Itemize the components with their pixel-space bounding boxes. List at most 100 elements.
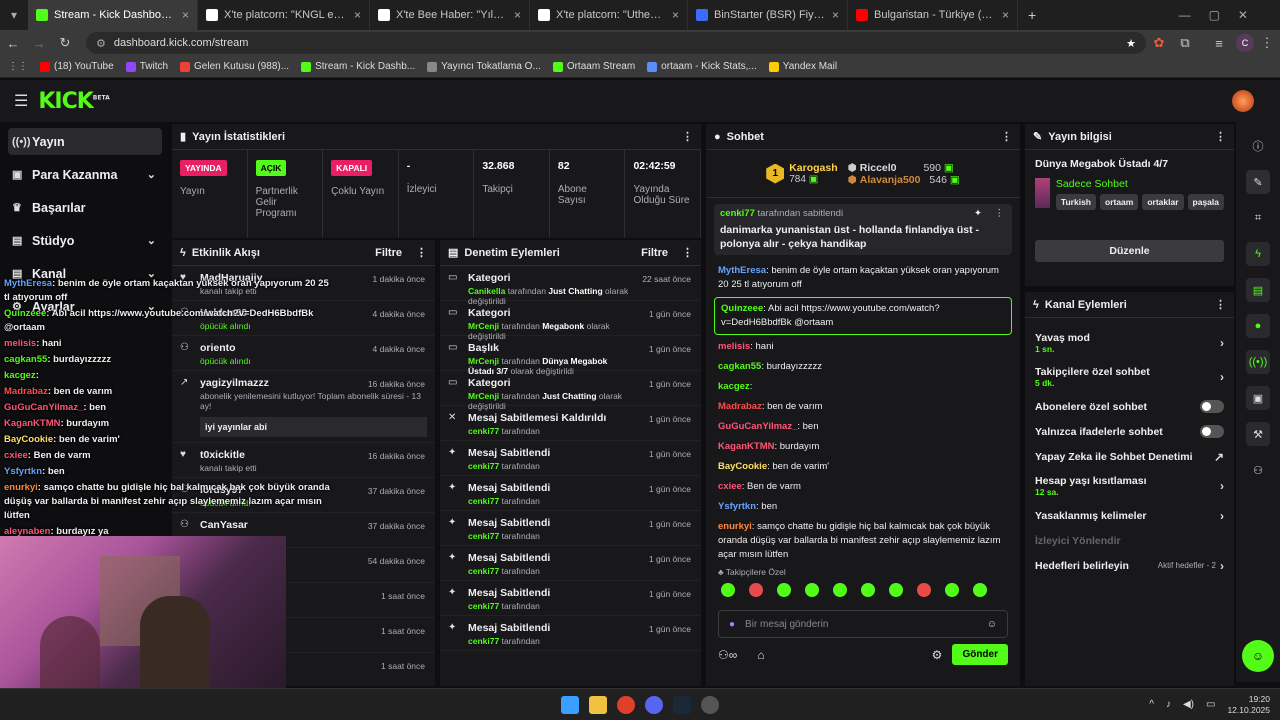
bookmark-item[interactable]: Twitch bbox=[125, 61, 168, 72]
chat-username[interactable]: GuGuCanYilmaz_ bbox=[718, 421, 797, 432]
discord-icon[interactable] bbox=[645, 695, 663, 714]
emote-icon[interactable] bbox=[805, 583, 819, 597]
chat-username[interactable]: enurkyi bbox=[718, 521, 752, 532]
close-tab-icon[interactable]: × bbox=[182, 8, 189, 22]
moderation-filter-button[interactable]: Filtre bbox=[641, 247, 668, 259]
moderator-name[interactable]: cenki77 bbox=[468, 601, 499, 611]
edit-icon[interactable]: ✎ bbox=[1246, 170, 1270, 194]
mic-icon[interactable]: ● bbox=[729, 619, 735, 630]
chrome-icon[interactable] bbox=[617, 695, 635, 714]
hamburger-menu-icon[interactable]: ☰ bbox=[14, 91, 28, 111]
emote-icon[interactable] bbox=[917, 583, 931, 597]
document-icon[interactable]: ▤ bbox=[1246, 278, 1270, 302]
file-explorer-icon[interactable] bbox=[589, 695, 607, 714]
crop-icon[interactable]: ⌗ bbox=[1246, 206, 1270, 230]
bookmark-item[interactable]: Stream - Kick Dashb... bbox=[301, 61, 415, 72]
leader-first[interactable]: 1 Karogash 784 ▣ bbox=[766, 162, 838, 185]
moderator-name[interactable]: cenki77 bbox=[468, 531, 499, 541]
chevron-right-icon[interactable]: › bbox=[1220, 336, 1224, 350]
chat-username[interactable]: MythEresa bbox=[718, 265, 766, 276]
pin-icon[interactable]: ✦ bbox=[974, 208, 982, 219]
site-info-icon[interactable]: ⚙ bbox=[96, 37, 106, 50]
broadcast-icon[interactable]: ((•)) bbox=[1246, 350, 1270, 374]
start-icon[interactable] bbox=[561, 695, 579, 714]
bookmark-item[interactable]: Yayıncı Tokatlama O... bbox=[427, 61, 541, 72]
clock[interactable]: 19:20 12.10.2025 bbox=[1227, 694, 1270, 716]
moderation-menu-icon[interactable]: ⋮ bbox=[682, 246, 693, 259]
browser-tab[interactable]: BinStarter (BSR) Fiyatı, Grafikler... × bbox=[688, 0, 848, 30]
chat-username[interactable]: melisis bbox=[718, 341, 750, 352]
send-button[interactable]: Gönder bbox=[952, 644, 1008, 665]
activity-filter-button[interactable]: Filtre bbox=[375, 247, 402, 259]
chat-input[interactable]: ● Bir mesaj gönderin ☺ bbox=[718, 610, 1008, 638]
battery-icon[interactable]: ▭ bbox=[1206, 699, 1215, 710]
chat-menu-icon[interactable]: ⋮ bbox=[1001, 130, 1012, 143]
bookmark-item[interactable]: ortaam - Kick Stats,... bbox=[647, 61, 757, 72]
chat-username[interactable]: BayCookie bbox=[718, 461, 767, 472]
emote-icon[interactable] bbox=[861, 583, 875, 597]
sidebar-item[interactable]: ▣ Para Kazanma ⌄ bbox=[8, 161, 162, 188]
browser-tab[interactable]: X'te Bee Haber: "Yıldız Tilbe, m... × bbox=[370, 0, 530, 30]
moderator-name[interactable]: cenki77 bbox=[468, 461, 499, 471]
new-tab-icon[interactable]: + bbox=[1028, 7, 1036, 23]
kick-logo[interactable]: KICKBETA bbox=[38, 89, 109, 114]
emote-icon[interactable] bbox=[973, 583, 987, 597]
pinned-menu-icon[interactable]: ⋮ bbox=[995, 208, 1005, 219]
wrench-icon[interactable]: ⚒ bbox=[1246, 422, 1270, 446]
close-tab-icon[interactable]: × bbox=[832, 8, 839, 22]
bookmark-item[interactable]: (18) YouTube bbox=[40, 61, 114, 72]
emote-icon[interactable] bbox=[833, 583, 847, 597]
chevron-right-icon[interactable]: › bbox=[1220, 479, 1224, 493]
store-icon[interactable]: ⌂ bbox=[757, 648, 764, 662]
steam-icon[interactable] bbox=[673, 695, 691, 714]
users-icon[interactable]: ⚇∞ bbox=[718, 648, 737, 662]
chat-username[interactable]: Quinzeee bbox=[721, 303, 763, 314]
obs-icon[interactable] bbox=[701, 695, 719, 714]
edit-button[interactable]: Düzenle bbox=[1035, 240, 1224, 262]
url-field[interactable]: ⚙ dashboard.kick.com/stream ★ bbox=[86, 32, 1146, 54]
channel-action[interactable]: Takipçilere özel sohbet 5 dk. › bbox=[1025, 360, 1234, 394]
sidebar-item[interactable]: ((•)) Yayın bbox=[8, 128, 162, 155]
browser-tab[interactable]: Bulgaristan - Türkiye (1-6) Maç... × bbox=[848, 0, 1018, 30]
bookmark-item[interactable]: Yandex Mail bbox=[768, 61, 837, 72]
channel-action[interactable]: Hesap yaşı kısıtlaması 12 sa. › bbox=[1025, 469, 1234, 503]
close-tab-icon[interactable]: × bbox=[354, 8, 361, 22]
moderator-name[interactable]: cenki77 bbox=[468, 426, 499, 436]
sidebar-item[interactable]: ▤ Stüdyo ⌄ bbox=[8, 227, 162, 254]
emote-icon[interactable] bbox=[777, 583, 791, 597]
stream-tag[interactable]: paşala bbox=[1187, 194, 1224, 210]
chat-settings-icon[interactable]: ⚙ bbox=[932, 648, 943, 662]
bookmark-item[interactable]: Gelen Kutusu (988)... bbox=[180, 61, 289, 72]
bookmark-item[interactable]: Ortaam Stream bbox=[552, 61, 635, 72]
user-avatar[interactable] bbox=[1232, 90, 1254, 112]
channel-action[interactable]: Hedefleri belirleyin Aktif hedefler - 2 › bbox=[1025, 553, 1234, 578]
close-tab-icon[interactable]: × bbox=[672, 8, 679, 22]
channel-action[interactable]: Yasaklanmış kelimeler › bbox=[1025, 503, 1234, 528]
external-link-icon[interactable]: ↗ bbox=[1214, 450, 1224, 464]
chevron-right-icon[interactable]: › bbox=[1220, 559, 1224, 573]
bookmark-star-icon[interactable]: ★ bbox=[1126, 37, 1136, 50]
channel-action[interactable]: Yapay Zeka ile Sohbet Denetimi ↗ bbox=[1025, 444, 1234, 469]
toggle-switch[interactable] bbox=[1200, 425, 1224, 438]
chevron-right-icon[interactable]: › bbox=[1220, 509, 1224, 523]
back-icon[interactable]: ← bbox=[0, 36, 26, 51]
bolt-icon[interactable]: ϟ bbox=[1246, 242, 1270, 266]
chat-username[interactable]: cagkan55 bbox=[718, 361, 761, 372]
users-icon[interactable]: ⚇ bbox=[1246, 458, 1270, 482]
moderator-name[interactable]: MrCenji bbox=[468, 321, 499, 331]
channel-actions-menu-icon[interactable]: ⋮ bbox=[1215, 298, 1226, 311]
leader-2-name[interactable]: Riccel0 bbox=[860, 162, 897, 174]
emote-icon[interactable] bbox=[945, 583, 959, 597]
moderator-name[interactable]: cenki77 bbox=[468, 566, 499, 576]
activity-menu-icon[interactable]: ⋮ bbox=[416, 246, 427, 259]
close-tab-icon[interactable]: × bbox=[514, 8, 521, 22]
emoji-picker-icon[interactable]: ☺ bbox=[987, 619, 997, 630]
chat-icon[interactable]: ● bbox=[1246, 314, 1270, 338]
toggle-switch[interactable] bbox=[1200, 400, 1224, 413]
moderator-name[interactable]: MrCenji bbox=[468, 391, 499, 401]
moderator-name[interactable]: MrCenji bbox=[468, 356, 499, 366]
profile-avatar[interactable]: C bbox=[1236, 34, 1254, 52]
support-chat-icon[interactable]: ☺ bbox=[1242, 640, 1274, 672]
apps-grid-icon[interactable]: ⋮⋮ bbox=[8, 61, 28, 72]
mic-tray-icon[interactable]: ♪ bbox=[1166, 699, 1171, 710]
